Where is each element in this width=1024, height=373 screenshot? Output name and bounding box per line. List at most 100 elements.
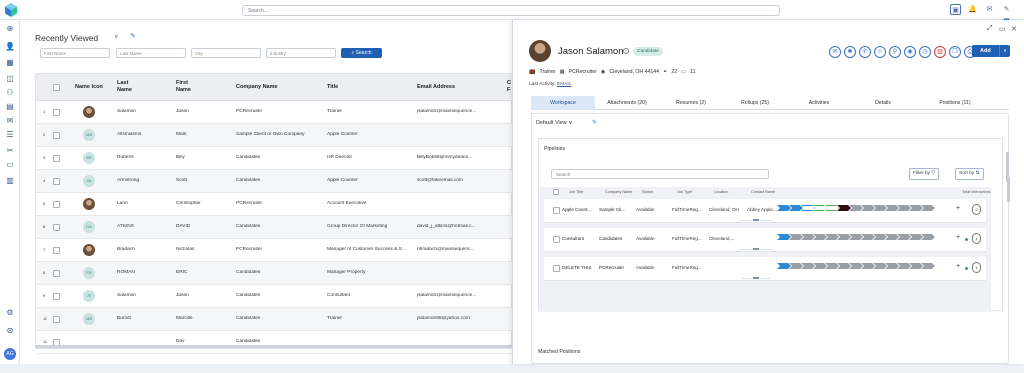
tab-workspace[interactable]: Workspace <box>531 96 595 110</box>
location-icon[interactable]: ◉ <box>904 46 916 58</box>
chevron-down-icon[interactable]: ∨ <box>999 45 1010 57</box>
cell-email[interactable]: jsalamon@mainsequence... <box>417 293 507 298</box>
pipeline-stage[interactable] <box>921 234 935 240</box>
cell-last-name[interactable]: Roberts <box>117 155 172 160</box>
people-icon[interactable]: 👤 <box>5 42 15 52</box>
table-row[interactable]: 11 Dav Candidates <box>36 331 513 354</box>
pipeline-stage[interactable] <box>873 234 887 240</box>
pipeline-stage[interactable] <box>789 263 803 269</box>
select-all-checkbox[interactable] <box>553 189 559 195</box>
cell-email[interactable]: nbradach@mainsequenc... <box>417 247 507 252</box>
grid-icon[interactable]: ▣ <box>950 4 961 15</box>
calendar-icon[interactable]: ▤ <box>5 102 15 112</box>
pipeline-stage[interactable] <box>825 234 839 240</box>
table-row[interactable]: 5 Lann Christopher PCRecruiter Account E… <box>36 193 513 216</box>
pipeline-stage[interactable] <box>777 234 791 240</box>
row-checkbox[interactable] <box>553 207 560 214</box>
row-checkbox[interactable] <box>53 316 60 323</box>
pcol-interactions[interactable]: Total Interactions <box>962 190 991 194</box>
tools-icon[interactable]: ✂ <box>5 146 15 156</box>
row-checkbox[interactable] <box>53 247 60 254</box>
company-link[interactable]: Sample Cli... <box>599 207 625 212</box>
interaction-count[interactable]: 1 <box>972 262 981 273</box>
pipeline-stage[interactable] <box>897 263 911 269</box>
pipeline-stage[interactable] <box>921 205 935 211</box>
pipeline-stage[interactable] <box>885 234 899 240</box>
cell-last-name[interactable]: Salamon <box>117 109 172 114</box>
person-icon[interactable]: ☺ <box>874 46 886 58</box>
tab-resumes[interactable]: Resumes (2) <box>659 96 723 110</box>
cell-last-name[interactable]: Burnitt <box>117 316 172 321</box>
cell-last-name[interactable]: Salamon <box>117 293 172 298</box>
company-link[interactable]: Candidates <box>599 236 622 241</box>
global-search-input[interactable]: Search... <box>242 5 780 16</box>
pipeline-stage[interactable] <box>825 263 839 269</box>
table-row[interactable]: 3 BR Roberts Billy Candidates HR Directo… <box>36 147 513 170</box>
search-button[interactable]: ⌕ Search <box>341 48 382 58</box>
pipeline-stage[interactable] <box>921 263 935 269</box>
table-row[interactable]: 6 DA ATKINS DAVID Candidates Group Direc… <box>36 216 513 239</box>
mail-icon[interactable]: ✉ <box>984 4 995 15</box>
city-filter[interactable]: City <box>191 48 261 58</box>
last-name-filter[interactable]: Last Name <box>116 48 186 58</box>
app-logo-icon[interactable] <box>5 3 17 17</box>
col-company-name[interactable]: Company Name <box>236 84 278 91</box>
pcol-location[interactable]: Location <box>714 190 728 194</box>
row-checkbox[interactable] <box>53 178 60 185</box>
pcol-job-type[interactable]: Job Type <box>677 190 692 194</box>
industry-filter[interactable]: Industry <box>266 48 336 58</box>
plus-icon[interactable]: + <box>956 234 960 241</box>
row-checkbox[interactable] <box>53 201 60 208</box>
pipeline-row[interactable]: Apple Count... Sample Cli... Available F… <box>544 199 986 223</box>
row-checkbox[interactable] <box>53 293 60 300</box>
interaction-count[interactable]: 1 <box>972 233 981 244</box>
pipeline-stage[interactable] <box>777 263 791 269</box>
close-icon[interactable]: ✕ <box>1011 25 1017 33</box>
cell-last-name[interactable]: Bradach <box>117 247 172 252</box>
last-activity-link[interactable]: EMAIL <box>557 82 571 87</box>
handshake-icon[interactable]: ⚇ <box>5 88 15 98</box>
pipeline-stage[interactable] <box>873 263 887 269</box>
pipeline-row[interactable]: DELETE THIS PCRecruiter Available FullTi… <box>544 257 986 281</box>
interaction-count[interactable]: 2 <box>972 204 981 215</box>
cell-last-name[interactable]: Lann <box>117 201 172 206</box>
first-name-filter[interactable]: First Name <box>40 48 110 58</box>
table-row[interactable]: 4 SA Armstrong Scott Candidates Apple Co… <box>36 170 513 193</box>
document-icon[interactable]: ▭ <box>5 160 15 170</box>
add-circle-icon[interactable]: ⊕ <box>5 24 15 34</box>
pcol-contact[interactable]: Contact Name <box>751 190 775 194</box>
table-row[interactable]: 7 Bradach Nicholas PCRecruiter Manager o… <box>36 239 513 262</box>
pipeline-stage[interactable] <box>825 205 839 211</box>
pipeline-stage[interactable] <box>849 263 863 269</box>
company-icon[interactable]: ▦ <box>5 58 15 68</box>
row-checkbox[interactable] <box>53 155 60 162</box>
cell-last-name[interactable]: ROMAN <box>117 270 172 275</box>
table-row[interactable]: 1 Salamon Jason PCRecruiter Trainer jsal… <box>36 101 513 124</box>
pipeline-row[interactable]: Consultant Candidates Available FullTime… <box>544 228 986 252</box>
horizontal-scrollbar[interactable] <box>35 345 512 348</box>
select-all-checkbox[interactable] <box>53 84 60 91</box>
pipeline-stage[interactable] <box>813 234 827 240</box>
pipeline-stage[interactable] <box>861 263 875 269</box>
job-title-link[interactable]: Apple Count... <box>562 207 591 212</box>
pipeline-stage[interactable] <box>801 205 815 211</box>
pipeline-stage[interactable] <box>837 263 851 269</box>
pipeline-stage[interactable] <box>861 205 875 211</box>
pipeline-stage[interactable] <box>813 205 827 211</box>
pipeline-stage[interactable] <box>861 234 875 240</box>
add-button[interactable]: Add ∨ <box>972 45 1010 57</box>
pipeline-stage[interactable] <box>909 234 923 240</box>
pipeline-stage[interactable] <box>897 205 911 211</box>
database-icon[interactable]: ☰ <box>5 130 15 140</box>
pipeline-stage[interactable] <box>789 205 803 211</box>
cell-email[interactable]: david_j_atkins@hotmail.c... <box>417 224 507 229</box>
pipeline-stage[interactable] <box>909 263 923 269</box>
panel-scrollbar[interactable] <box>1006 152 1009 182</box>
pipeline-stage[interactable] <box>873 205 887 211</box>
job-title-link[interactable]: Consultant <box>562 236 584 241</box>
table-row[interactable]: 2 MA Allsmiasms Mark Sample Client or Ow… <box>36 124 513 147</box>
pipeline-stage[interactable] <box>837 234 851 240</box>
cell-email[interactable]: scott@fakeemail.com <box>417 178 507 183</box>
table-row[interactable]: 8 ER ROMAN ERIC Candidates Manager Prope… <box>36 262 513 285</box>
pipeline-stage[interactable] <box>885 205 899 211</box>
